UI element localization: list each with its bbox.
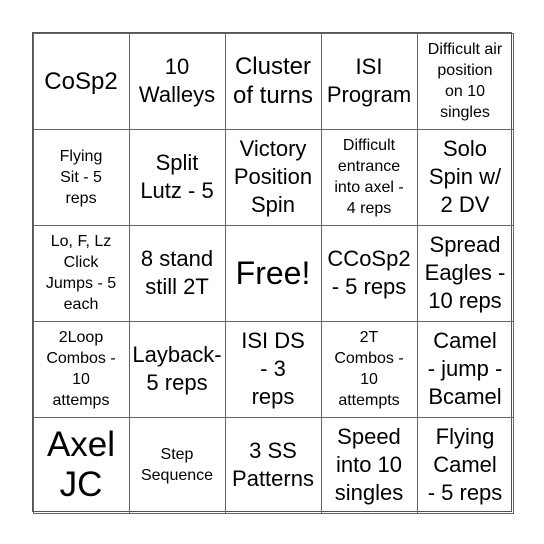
bingo-cell[interactable]: Flying Sit - 5 reps <box>32 128 130 226</box>
bingo-cell[interactable]: ISI DS - 3 reps <box>224 320 322 418</box>
bingo-cell[interactable]: Axel JC <box>32 416 130 514</box>
bingo-cell[interactable]: Spread Eagles - 10 reps <box>416 224 514 322</box>
bingo-cell[interactable]: CCoSp2 - 5 reps <box>320 224 418 322</box>
bingo-cell[interactable]: Solo Spin w/ 2 DV <box>416 128 514 226</box>
bingo-cell[interactable]: Cluster of turns <box>224 32 322 130</box>
bingo-cell[interactable]: ISI Program <box>320 32 418 130</box>
bingo-free-space[interactable]: Free! <box>224 224 322 322</box>
bingo-cell[interactable]: Step Sequence <box>128 416 226 514</box>
bingo-cell[interactable]: Speed into 10 singles <box>320 416 418 514</box>
bingo-cell[interactable]: Layback- 5 reps <box>128 320 226 418</box>
bingo-cell[interactable]: CoSp2 <box>32 32 130 130</box>
bingo-cell[interactable]: 2T Combos - 10 attempts <box>320 320 418 418</box>
bingo-cell[interactable]: 8 stand still 2T <box>128 224 226 322</box>
bingo-cell[interactable]: Split Lutz - 5 <box>128 128 226 226</box>
bingo-cell[interactable]: 10 Walleys <box>128 32 226 130</box>
bingo-card: CoSp2 10 Walleys Cluster of turns ISI Progr… <box>32 32 514 514</box>
bingo-cell[interactable]: Victory Position Spin <box>224 128 322 226</box>
bingo-cell[interactable]: 2Loop Combos - 10 attemps <box>32 320 130 418</box>
bingo-cell[interactable]: Difficult air position on 10 singles <box>416 32 514 130</box>
bingo-cell[interactable]: Lo, F, Lz Click Jumps - 5 each <box>32 224 130 322</box>
bingo-cell[interactable]: Camel - jump - Bcamel <box>416 320 514 418</box>
bingo-cell[interactable]: Difficult entrance into axel - 4 reps <box>320 128 418 226</box>
bingo-cell[interactable]: 3 SS Patterns <box>224 416 322 514</box>
bingo-cell[interactable]: Flying Camel - 5 reps <box>416 416 514 514</box>
